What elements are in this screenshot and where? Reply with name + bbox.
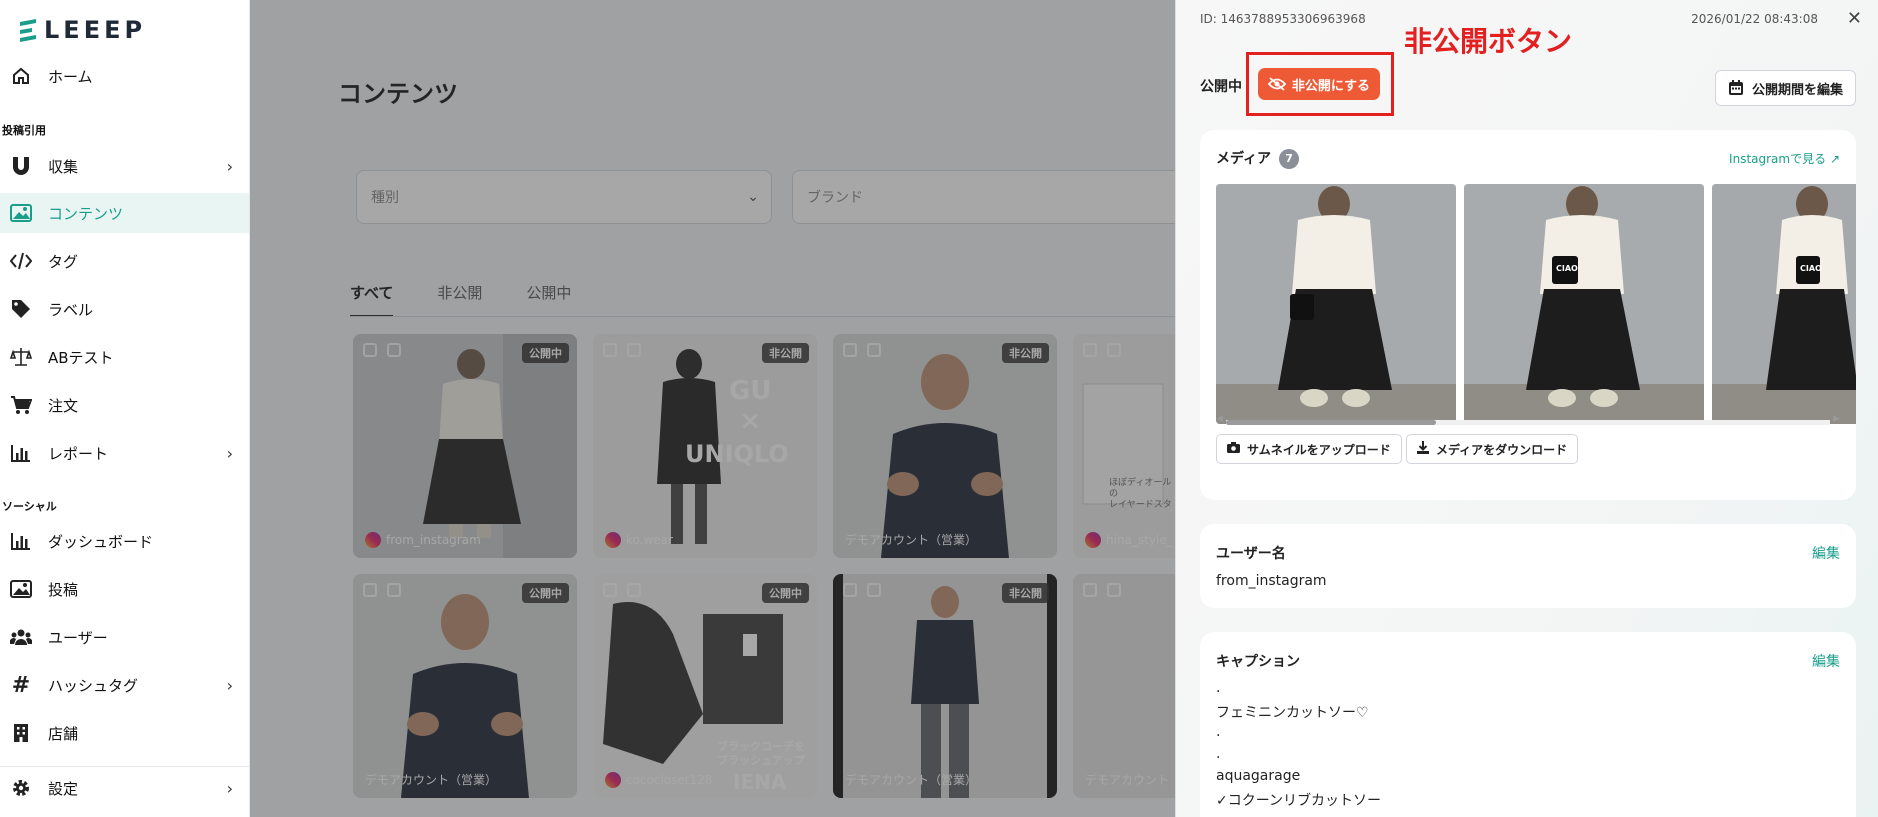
username-value: from_instagram xyxy=(1216,573,1327,589)
caption-line: . xyxy=(1216,746,1221,762)
unpublish-button[interactable]: 非公開にする xyxy=(1258,68,1380,100)
leeep-logo-icon xyxy=(20,19,36,42)
code-icon xyxy=(10,250,32,272)
media-count-badge: 7 xyxy=(1279,149,1300,169)
caption-line: . xyxy=(1216,724,1221,740)
sidebar-item-label: タグ xyxy=(48,252,79,271)
external-link-icon: ↗ xyxy=(1829,152,1840,166)
sidebar-divider xyxy=(0,766,249,767)
sidebar-item-label: ラベル xyxy=(48,300,94,319)
hashtag-icon: # xyxy=(11,672,31,698)
sidebar-item-hashtags[interactable]: # ハッシュタグ › xyxy=(0,665,249,705)
camera-icon xyxy=(1227,442,1240,456)
cart-icon xyxy=(10,394,32,416)
bar-chart-icon xyxy=(10,530,32,552)
sidebar-item-label: 店舗 xyxy=(48,724,79,743)
image-icon xyxy=(10,578,32,600)
edit-publish-period-button[interactable]: 公開期間を編集 xyxy=(1714,70,1856,106)
sidebar-item-label: 設定 xyxy=(48,779,79,798)
caption-section: キャプション 編集 . フェミニンカットソー♡ . . aquagarage ✓… xyxy=(1200,632,1856,817)
image-icon xyxy=(10,202,32,224)
chevron-right-icon: › xyxy=(226,676,233,695)
sidebar-item-stores[interactable]: 店舗 xyxy=(0,713,249,753)
caption-title: キャプション xyxy=(1216,654,1300,670)
chevron-right-icon: › xyxy=(226,157,233,176)
sidebar-item-label: 注文 xyxy=(48,396,79,415)
sidebar-item-tags[interactable]: タグ xyxy=(0,241,249,281)
sidebar-item-label: ユーザー xyxy=(48,628,108,647)
close-icon[interactable]: ✕ xyxy=(1847,8,1862,29)
chevron-right-icon: › xyxy=(226,779,233,798)
unpublish-button-label: 非公開にする xyxy=(1291,78,1371,94)
sidebar-item-home[interactable]: ホーム xyxy=(0,56,249,96)
caption-line: . xyxy=(1216,680,1221,696)
download-icon xyxy=(1417,441,1429,457)
calendar-icon xyxy=(1728,80,1743,95)
sidebar-item-label: ホーム xyxy=(48,67,93,86)
sidebar-item-dashboard[interactable]: ダッシュボード xyxy=(0,521,249,561)
caption-line: フェミニンカットソー♡ xyxy=(1216,705,1369,721)
sidebar-item-label: 投稿 xyxy=(48,580,79,599)
annotation-text: 非公開ボタン xyxy=(1404,25,1573,58)
caption-line: aquagarage xyxy=(1216,768,1301,784)
caption-edit-link[interactable]: 編集 xyxy=(1812,651,1840,671)
sidebar-item-users[interactable]: ユーザー xyxy=(0,617,249,657)
sidebar-item-contents[interactable]: コンテンツ xyxy=(0,193,249,233)
scroll-right-icon: ▶ xyxy=(1833,414,1840,424)
sidebar: LEEEP ホーム 投稿引用 収集 › コンテンツ タグ ラベル ABテスト 注… xyxy=(0,0,250,817)
tag-icon xyxy=(10,298,32,320)
media-section: メディア 7 Instagramで見る ↗ CIAO CIAO ◀ ▶ サムネイ… xyxy=(1200,130,1856,500)
sidebar-item-reports[interactable]: レポート › xyxy=(0,433,249,473)
username-edit-link[interactable]: 編集 xyxy=(1812,543,1840,563)
logo-text: LEEEP xyxy=(44,16,147,44)
section-label-posts: 投稿引用 xyxy=(2,124,46,137)
media-thumbnail[interactable]: CIAO xyxy=(1464,184,1704,424)
scroll-left-icon: ◀ xyxy=(1216,414,1223,424)
sidebar-item-settings[interactable]: 設定 › xyxy=(0,768,249,808)
content-detail-panel: ID: 1463788953306963968 2026/01/22 08:43… xyxy=(1175,0,1878,817)
download-media-button[interactable]: メディアをダウンロード xyxy=(1406,434,1579,464)
media-title: メディア 7 xyxy=(1216,148,1300,169)
sidebar-item-collect[interactable]: 収集 › xyxy=(0,146,249,186)
publish-status-label: 公開中 xyxy=(1200,79,1242,95)
bar-chart-icon xyxy=(10,442,32,464)
username-title: ユーザー名 xyxy=(1216,546,1286,562)
gear-icon xyxy=(10,777,32,799)
sidebar-item-label: レポート xyxy=(48,444,109,463)
content-date: 2026/01/22 08:43:08 xyxy=(1691,12,1818,26)
bag-text: CIAO xyxy=(1556,264,1578,273)
sidebar-item-posts[interactable]: 投稿 xyxy=(0,569,249,609)
section-label-social: ソーシャル xyxy=(2,500,57,513)
modal-backdrop[interactable] xyxy=(250,0,1175,817)
scale-icon xyxy=(10,346,32,368)
users-icon xyxy=(10,626,32,648)
sidebar-item-label: 収集 xyxy=(48,157,79,176)
sidebar-item-label: ダッシュボード xyxy=(48,532,154,551)
bag-text: CIAO xyxy=(1800,264,1822,273)
content-id: ID: 1463788953306963968 xyxy=(1200,12,1366,26)
scrollbar-thumb xyxy=(1226,420,1436,425)
edit-publish-period-label: 公開期間を編集 xyxy=(1751,82,1843,98)
building-icon xyxy=(10,722,32,744)
media-carousel[interactable]: CIAO CIAO xyxy=(1216,184,1856,424)
sidebar-item-label: ABテスト xyxy=(48,348,114,367)
sidebar-item-label: ハッシュタグ xyxy=(48,676,139,695)
view-on-instagram-link[interactable]: Instagramで見る ↗ xyxy=(1729,150,1840,167)
sidebar-item-abtest[interactable]: ABテスト xyxy=(0,337,249,377)
media-scrollbar[interactable]: ◀ ▶ xyxy=(1216,414,1840,426)
sidebar-item-labels[interactable]: ラベル xyxy=(0,289,249,329)
sidebar-item-label: コンテンツ xyxy=(48,204,124,223)
chevron-right-icon: › xyxy=(226,444,233,463)
sidebar-item-orders[interactable]: 注文 xyxy=(0,385,249,425)
eye-off-icon xyxy=(1267,77,1286,91)
upload-thumbnail-button[interactable]: サムネイルをアップロード xyxy=(1216,434,1402,464)
media-thumbnail[interactable] xyxy=(1216,184,1456,424)
media-thumbnail[interactable]: CIAO xyxy=(1712,184,1856,424)
logo[interactable]: LEEEP xyxy=(18,16,146,44)
magnet-icon xyxy=(10,155,32,177)
username-section: ユーザー名 編集 from_instagram xyxy=(1200,524,1856,608)
home-icon xyxy=(10,65,32,87)
caption-line: ✓コクーンリブカットソー xyxy=(1216,793,1382,809)
